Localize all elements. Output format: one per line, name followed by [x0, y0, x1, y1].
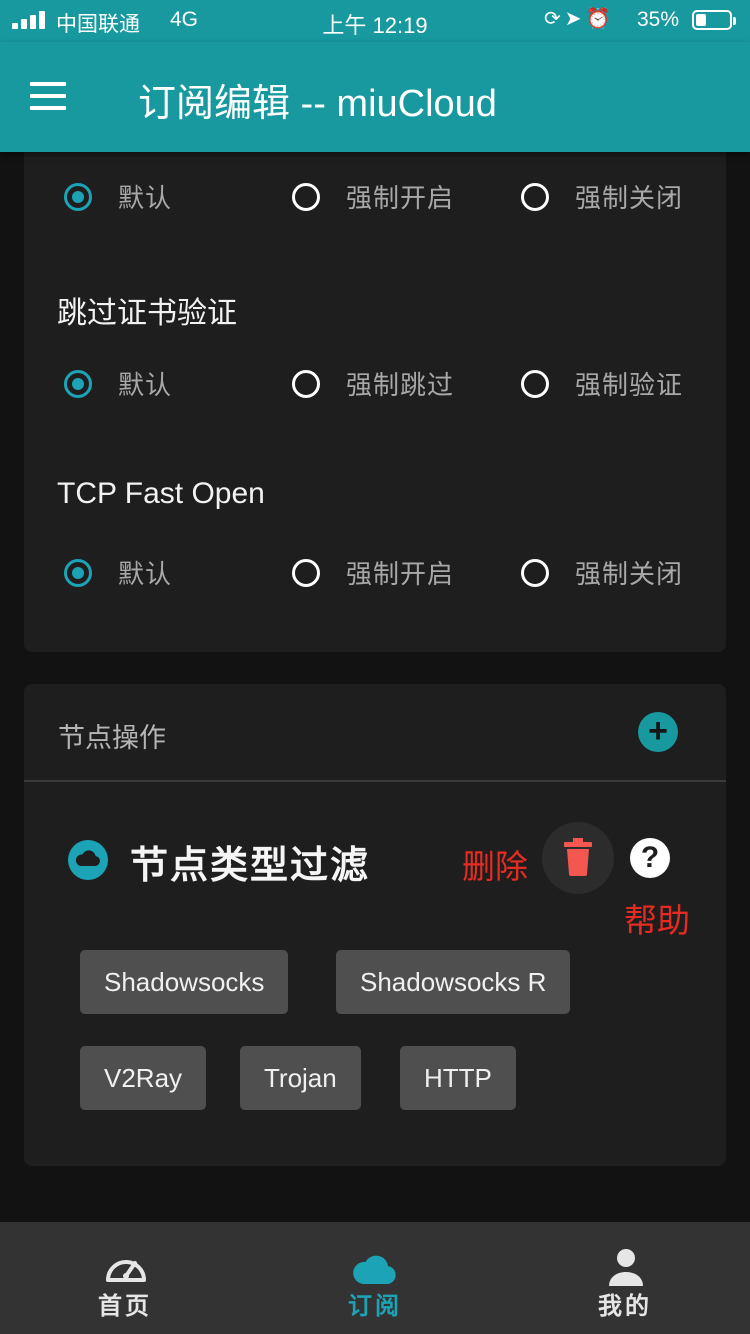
radio-group-1-option-default[interactable]: 默认: [64, 178, 172, 215]
menu-icon[interactable]: [30, 82, 66, 110]
alarm-icon: ⏰: [585, 8, 615, 30]
radio-button-icon: [292, 369, 320, 398]
delete-button[interactable]: [542, 822, 614, 894]
chip-v2ray[interactable]: V2Ray: [80, 1046, 207, 1110]
radio-tfo-option-force-off[interactable]: 强制关闭: [521, 554, 683, 591]
bottom-navigation: 首页 订阅 我的: [0, 1222, 750, 1334]
chip-http[interactable]: HTTP: [400, 1046, 516, 1110]
radio-label: 默认: [118, 370, 173, 400]
radio-skip-cert-option-force-skip[interactable]: 强制跳过: [292, 365, 454, 402]
radio-tfo-option-default[interactable]: 默认: [64, 554, 172, 591]
node-operations-card: 节点操作 + 节点类型过滤 删除 ? 帮助 Shadowsocks Shadow…: [24, 684, 726, 1166]
chip-shadowsocks-r[interactable]: Shadowsocks R: [336, 950, 571, 1014]
help-annotation-label: 帮助: [624, 902, 690, 939]
radio-label: 强制关闭: [575, 559, 684, 589]
radio-label: 强制关闭: [575, 183, 684, 213]
chip-shadowsocks[interactable]: Shadowsocks: [80, 950, 289, 1014]
radio-group-1-option-force-on[interactable]: 强制开启: [292, 178, 454, 215]
trash-icon: [564, 838, 592, 876]
app-bar: 订阅编辑 -- miuCloud: [0, 42, 750, 152]
nav-label: 首页: [98, 1293, 152, 1320]
radio-button-icon: [64, 558, 92, 587]
node-operations-header: 节点操作: [58, 723, 166, 753]
person-icon: [609, 1249, 643, 1286]
nav-label: 我的: [598, 1293, 652, 1320]
location-icon: ➤: [564, 8, 586, 30]
chip-trojan[interactable]: Trojan: [240, 1046, 361, 1110]
radio-label: 强制验证: [575, 370, 684, 400]
battery-icon: [692, 10, 736, 30]
battery-percent: 35%: [637, 8, 680, 31]
status-icons: ⟳➤⏰: [544, 6, 614, 31]
radio-group-1-option-force-off[interactable]: 强制关闭: [521, 178, 683, 215]
radio-skip-cert-option-force-verify[interactable]: 强制验证: [521, 365, 683, 402]
tcp-fast-open-label: TCP Fast Open: [57, 477, 265, 510]
nav-item-home[interactable]: 首页: [0, 1222, 250, 1334]
radio-button-icon: [64, 369, 92, 398]
speedometer-icon: [106, 1260, 146, 1282]
nav-item-subscription[interactable]: 订阅: [250, 1222, 500, 1334]
radio-label: 强制开启: [346, 183, 455, 213]
radio-tfo-option-force-on[interactable]: 强制开启: [292, 554, 454, 591]
radio-label: 默认: [118, 559, 173, 589]
radio-label: 默认: [118, 183, 173, 213]
proxy-settings-card: 默认 强制开启 强制关闭 跳过证书验证 默认 强制跳过 强制验证 TCP Fas…: [24, 130, 726, 652]
plus-icon: +: [648, 712, 668, 750]
radio-button-icon: [521, 558, 549, 587]
radio-button-icon: [292, 558, 320, 587]
delete-annotation-label: 删除: [462, 848, 528, 885]
radio-button-icon: [64, 182, 92, 211]
divider: [24, 780, 726, 782]
add-operation-button[interactable]: +: [638, 712, 678, 752]
help-button[interactable]: ?: [630, 838, 670, 878]
radio-label: 强制跳过: [346, 370, 455, 400]
radio-button-icon: [521, 369, 549, 398]
page-title: 订阅编辑 -- miuCloud: [138, 83, 497, 125]
status-bar: 中国联通 4G 上午 12:19 ⟳➤⏰ 35%: [0, 0, 750, 42]
radio-button-icon: [292, 182, 320, 211]
orientation-lock-icon: ⟳: [544, 8, 565, 30]
node-type-filter-title: 节点类型过滤: [130, 845, 371, 887]
question-mark-icon: ?: [640, 841, 660, 874]
nav-label: 订阅: [348, 1293, 402, 1320]
radio-skip-cert-option-default[interactable]: 默认: [64, 365, 172, 402]
nav-item-mine[interactable]: 我的: [500, 1222, 750, 1334]
cloud-icon: [353, 1255, 396, 1284]
skip-cert-verify-label: 跳过证书验证: [57, 297, 237, 330]
cloud-icon: [68, 840, 108, 880]
radio-label: 强制开启: [346, 559, 455, 589]
radio-button-icon: [521, 182, 549, 211]
